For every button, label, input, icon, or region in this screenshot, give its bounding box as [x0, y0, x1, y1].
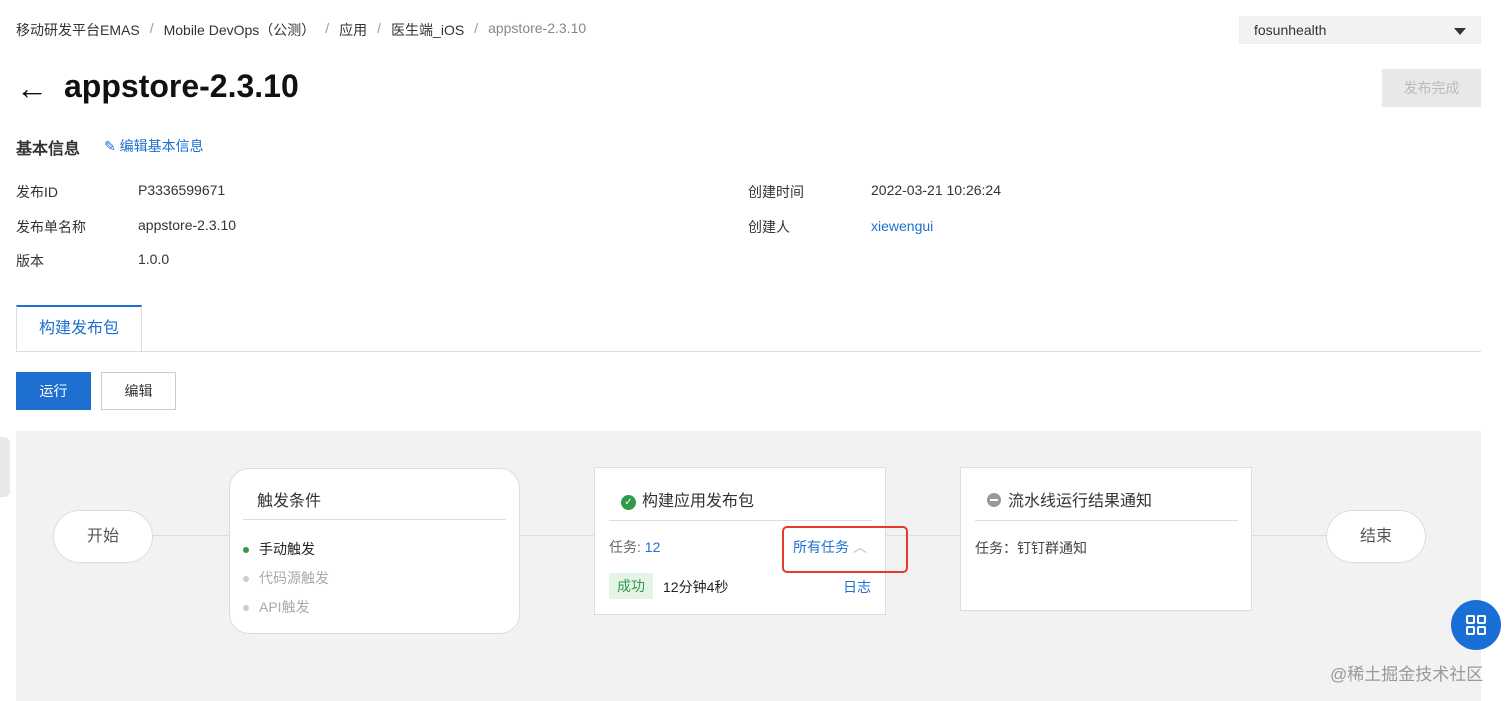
task-count: 任务: 12: [609, 537, 660, 557]
info-value: 2022-03-21 10:26:24: [871, 182, 1001, 198]
divider: [609, 520, 872, 521]
start-node: 开始: [53, 510, 153, 563]
apps-grid-button[interactable]: [1451, 600, 1501, 650]
info-label: 发布ID: [16, 184, 58, 200]
back-arrow-icon[interactable]: ←: [16, 72, 48, 104]
breadcrumb-current: appstore-2.3.10: [488, 20, 587, 36]
duration: 12分钟4秒: [663, 579, 729, 595]
trigger-label: 手动触发: [259, 541, 315, 557]
info-value: appstore-2.3.10: [138, 217, 237, 233]
notify-task: 任务：钉钉群通知: [975, 540, 1087, 556]
trigger-card: 触发条件 手动触发 代码源触发 API触发: [229, 468, 520, 634]
notify-title-text: 流水线运行结果通知: [1008, 493, 1153, 510]
inactive-dot-icon: [243, 605, 249, 612]
trigger-label: 代码源触发: [259, 570, 329, 586]
edit-button[interactable]: 编辑: [101, 372, 176, 410]
check-circle-icon: ✓: [621, 495, 636, 510]
task-count-value[interactable]: 12: [645, 539, 661, 555]
log-link[interactable]: 日志: [843, 577, 871, 597]
build-title-text: 构建应用发布包: [642, 493, 755, 510]
side-collapse-handle[interactable]: [0, 437, 10, 497]
creator-link[interactable]: xiewengui: [871, 218, 933, 234]
end-node: 结束: [1326, 510, 1426, 563]
tab-divider: [16, 351, 1481, 352]
trigger-item-code[interactable]: 代码源触发: [243, 568, 329, 588]
caret-down-icon: [1454, 28, 1466, 35]
info-label: 创建人: [748, 219, 790, 235]
breadcrumb-item[interactable]: Mobile DevOps（公测）: [164, 20, 316, 40]
breadcrumb: 移动研发平台EMAS / Mobile DevOps（公测） / 应用 / 医生端_i…: [16, 20, 587, 40]
highlight-box: [782, 526, 908, 573]
run-button[interactable]: 运行: [16, 372, 91, 410]
trigger-label: API触发: [259, 599, 310, 615]
grid-icon: [1466, 615, 1486, 635]
active-dot-icon: [243, 547, 249, 554]
trigger-title: 触发条件: [257, 493, 322, 510]
info-label: 创建时间: [748, 184, 804, 200]
notify-title: 流水线运行结果通知: [987, 487, 1152, 511]
divider: [975, 520, 1238, 521]
breadcrumb-item[interactable]: 应用: [339, 20, 367, 40]
info-value: 1.0.0: [138, 251, 170, 267]
trigger-item-manual[interactable]: 手动触发: [243, 539, 315, 559]
page-title: appstore-2.3.10: [64, 68, 299, 104]
divider: [243, 519, 506, 520]
publish-done-button[interactable]: 发布完成: [1382, 69, 1481, 107]
breadcrumb-item[interactable]: 医生端_iOS: [391, 20, 464, 40]
edit-basic-info-link[interactable]: ✎ 编辑基本信息: [104, 136, 204, 156]
pencil-icon: ✎: [104, 138, 120, 154]
edit-basic-info-label: 编辑基本信息: [119, 138, 204, 154]
inactive-dot-icon: [243, 576, 249, 583]
status-badge: 成功: [609, 573, 653, 599]
section-heading: 基本信息: [16, 141, 81, 158]
info-label: 发布单名称: [16, 219, 86, 235]
build-title: ✓ 构建应用发布包: [621, 487, 754, 511]
watermark: @稀土掘金技术社区: [1330, 665, 1484, 684]
org-select[interactable]: fosunhealth: [1239, 16, 1481, 44]
minus-circle-icon: [987, 493, 1001, 507]
info-label: 版本: [16, 253, 44, 269]
org-select-value: fosunhealth: [1254, 22, 1327, 38]
notify-card: 流水线运行结果通知 任务：钉钉群通知: [960, 467, 1252, 611]
tab-build-package[interactable]: 构建发布包: [16, 305, 142, 352]
task-label: 任务:: [609, 539, 641, 555]
trigger-item-api[interactable]: API触发: [243, 597, 310, 617]
info-value: P3336599671: [138, 182, 226, 198]
breadcrumb-item[interactable]: 移动研发平台EMAS: [16, 20, 140, 40]
